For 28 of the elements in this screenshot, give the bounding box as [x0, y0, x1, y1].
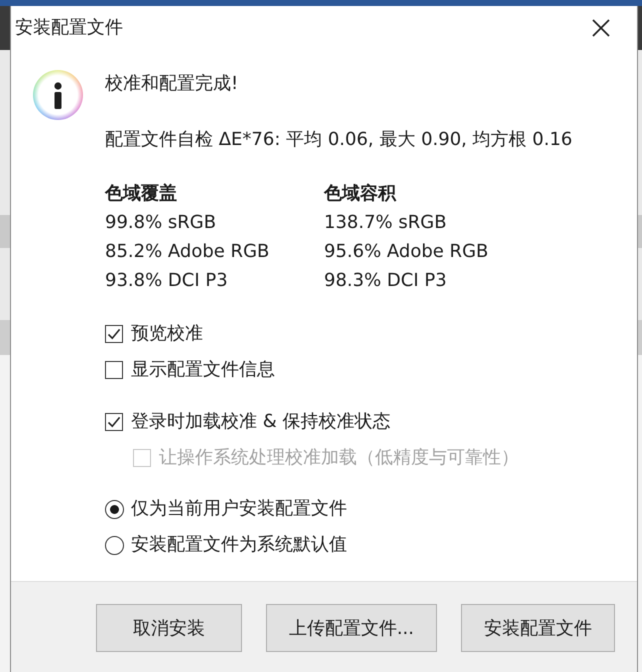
checkbox[interactable]	[105, 361, 123, 379]
cancel-button[interactable]: 取消安装	[96, 604, 242, 652]
gamut-value: 98.3% DCI P3	[324, 269, 448, 293]
install-button[interactable]: 安装配置文件	[461, 604, 615, 652]
gamut-value: 93.8% DCI P3	[105, 269, 229, 293]
checkbox-label[interactable]: 登录时加载校准 & 保持校准状态	[131, 410, 390, 434]
gamut-value: 95.6% Adobe RGB	[324, 240, 490, 264]
radio-button[interactable]	[105, 500, 124, 518]
checkbox-label: 让操作系统处理校准加载（低精度与可靠性）	[159, 446, 519, 470]
checkbox[interactable]	[105, 325, 123, 343]
gamut-value: 99.8% sRGB	[105, 211, 218, 235]
gamut-value: 138.7% sRGB	[324, 211, 448, 235]
window-title: 安装配置文件	[15, 16, 123, 40]
gamut-value: 85.2% Adobe RGB	[105, 240, 270, 264]
checkbox-label[interactable]: 预览校准	[131, 322, 203, 346]
radio-button[interactable]	[105, 536, 124, 554]
checkbox-label[interactable]: 显示配置文件信息	[131, 358, 275, 382]
upload-button[interactable]: 上传配置文件...	[266, 604, 437, 652]
self-check-text: 配置文件自检 ΔE*76: 平均 0.06, 最大 0.90, 均方根 0.16	[105, 128, 572, 152]
close-button[interactable]	[592, 19, 610, 37]
radio-label[interactable]: 仅为当前用户安装配置文件	[131, 497, 347, 521]
info-icon	[33, 70, 83, 120]
gamut-heading: 色域覆盖	[105, 182, 178, 206]
close-icon	[592, 19, 610, 37]
radio-label[interactable]: 安装配置文件为系统默认值	[131, 533, 347, 557]
message-heading: 校准和配置完成!	[105, 72, 240, 96]
gamut-heading: 色域容积	[324, 182, 398, 206]
checkbox[interactable]	[105, 413, 123, 431]
